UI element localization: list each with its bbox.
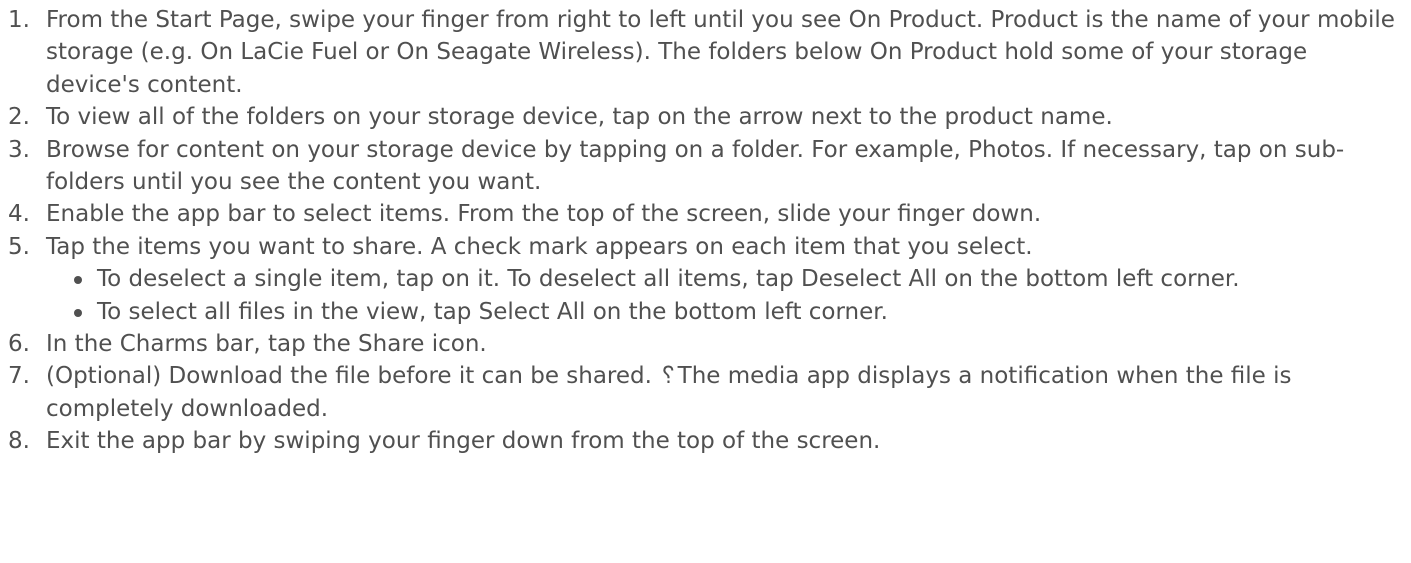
step-item: 1. From the Start Page, swipe your finge… (8, 4, 1401, 101)
step-text: Enable the app bar to select items. From… (46, 201, 1042, 228)
step-number: 1. (8, 7, 30, 33)
step-text: Exit the app bar by swiping your finger … (46, 428, 881, 455)
step-number: 5. (8, 233, 30, 260)
step-item: 8. Exit the app bar by swiping your fing… (8, 425, 1401, 457)
sub-bullet-text: To select all files in the view, tap Sel… (97, 298, 888, 325)
step-item: 2. To view all of the folders on your st… (8, 101, 1401, 133)
step-item: 4. Enable the app bar to select items. F… (8, 198, 1401, 230)
step-item: 3. Browse for content on your storage de… (8, 134, 1401, 199)
step-text: (Optional) Download the file before it c… (46, 363, 1292, 422)
step-text: In the Charms bar, tap the Share icon. (46, 331, 487, 358)
step-number: 4. (8, 201, 30, 228)
sub-bullet-item: To deselect a single item, tap on it. To… (72, 263, 1401, 295)
step-number: 8. (8, 428, 30, 455)
step-number: 3. (8, 136, 30, 163)
step-text: Browse for content on your storage devic… (46, 136, 1345, 196)
step-text: From the Start Page, swipe your finger f… (46, 7, 1395, 98)
bullet-dot-icon (74, 276, 82, 285)
step-text: Tap the items you want to share. A check… (46, 233, 1033, 260)
step-item: 5. Tap the items you want to share. A ch… (8, 231, 1401, 328)
step-number: 7. (8, 363, 30, 390)
sub-bullet-text: To deselect a single item, tap on it. To… (97, 266, 1240, 293)
step-number: 6. (8, 331, 30, 358)
step-item: 6. In the Charms bar, tap the Share icon… (8, 328, 1401, 360)
step-item: 7. (Optional) Download the file before i… (8, 360, 1401, 425)
step-number: 2. (8, 104, 30, 131)
bullet-dot-icon (74, 308, 82, 317)
steps-list: 1. From the Start Page, swipe your finge… (8, 4, 1401, 458)
document-body: 1. From the Start Page, swipe your finge… (0, 0, 1411, 563)
step-text: To view all of the folders on your stora… (46, 104, 1113, 131)
sub-bullet-item: To select all files in the view, tap Sel… (72, 296, 1401, 328)
sub-bullet-list: To deselect a single item, tap on it. To… (46, 263, 1401, 328)
